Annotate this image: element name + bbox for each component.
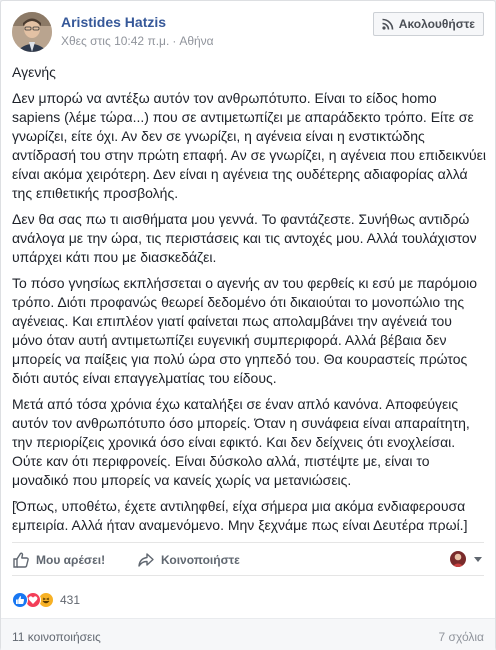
meta-separator: · (172, 34, 177, 48)
shares-count-link[interactable]: 11 κοινοποιήσεις (12, 630, 101, 644)
post-timestamp[interactable]: Χθες στις 10:42 π.μ. (61, 34, 169, 48)
follow-label: Ακολουθήστε (398, 17, 475, 31)
post-card: Aristides Hatzis Χθες στις 10:42 π.μ. · Αθ… (0, 0, 496, 650)
post-paragraph: Δεν μπορώ να αντέξω αυτόν τον ανθρωπότυπ… (12, 90, 486, 201)
post-paragraph: Δεν θα σας πω τι αισθήματα μου γεννά. Το… (12, 211, 477, 265)
post-meta: Χθες στις 10:42 π.μ. · Αθήνα (61, 34, 214, 48)
thumbs-up-icon (13, 551, 29, 568)
author-name[interactable]: Aristides Hatzis (61, 14, 166, 30)
comments-count-link[interactable]: 7 σχόλια (439, 630, 484, 644)
post-body: Αγενής Δεν μπορώ να αντέξω αυτόν τον ανθ… (12, 63, 486, 542)
post-paragraph: Αγενής (12, 64, 56, 80)
follow-button[interactable]: Ακολουθήστε (372, 12, 484, 36)
chevron-down-icon[interactable] (474, 557, 482, 562)
post-paragraph: Το πόσο γνησίως εκπλήσσεται ο αγενής αν … (12, 275, 478, 386)
post-location[interactable]: Αθήνα (179, 34, 213, 48)
action-bar: Μου αρέσει! Κοινοποιήστε (12, 542, 484, 576)
post-paragraph: Μετά από τόσα χρόνια έχω καταλήξει σε έν… (12, 396, 470, 488)
share-arrow-icon (138, 552, 154, 567)
like-button[interactable]: Μου αρέσει! (12, 543, 105, 576)
author-avatar[interactable] (12, 12, 52, 52)
reaction-count: 431 (60, 593, 81, 607)
like-label: Μου αρέσει! (36, 552, 106, 567)
post-header: Aristides Hatzis Χθες στις 10:42 π.μ. · Αθ… (12, 12, 484, 56)
like-reaction-icon (12, 592, 28, 608)
reactions-summary[interactable]: 431 (12, 591, 80, 609)
post-paragraph: [Όπως, υποθέτω, έχετε αντιληφθεί, είχα σ… (12, 498, 468, 533)
share-button[interactable]: Κοινοποιήστε (137, 543, 240, 576)
rss-icon (382, 18, 394, 30)
share-label: Κοινοποιήστε (161, 552, 240, 567)
post-footer: 11 κοινοποιήσεις 7 σχόλια (1, 618, 495, 650)
page-selector-avatar[interactable] (450, 551, 466, 567)
